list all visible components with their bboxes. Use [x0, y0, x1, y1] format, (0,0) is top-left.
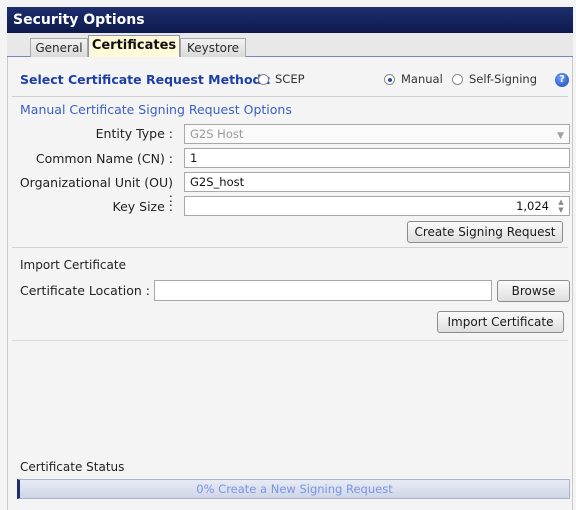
request-method-label: Select Certificate Request Method :	[20, 72, 271, 87]
radio-manual[interactable]: Manual	[384, 72, 443, 86]
divider	[12, 247, 568, 248]
radio-scep-label: SCEP	[275, 72, 305, 86]
entity-type-value: G2S Host	[190, 127, 244, 141]
progress-text: 0% Create a New Signing Request	[196, 482, 393, 496]
create-signing-request-button[interactable]: Create Signing Request	[407, 221, 563, 243]
tab-bar: General Certificates Keystore	[7, 33, 573, 58]
certificate-status-title: Certificate Status	[20, 460, 125, 474]
radio-button[interactable]	[452, 73, 463, 85]
divider	[12, 96, 568, 97]
radio-self-signing-label: Self-Signing	[469, 72, 538, 86]
status-progress-bar: 0% Create a New Signing Request	[17, 479, 570, 499]
divider	[12, 340, 568, 341]
window-title: Security Options	[7, 7, 573, 33]
common-name-input[interactable]: 1	[184, 148, 570, 168]
manual-csr-section-title: Manual Certificate Signing Request Optio…	[20, 102, 292, 117]
radio-button[interactable]	[258, 73, 269, 85]
tab-general[interactable]: General	[30, 38, 88, 58]
radio-button-selected[interactable]	[384, 73, 395, 85]
browse-button[interactable]: Browse	[497, 280, 570, 302]
common-name-label: Common Name (CN) :	[35, 151, 173, 166]
tab-certificates[interactable]: Certificates	[88, 35, 180, 58]
certificate-location-input[interactable]	[154, 280, 492, 301]
help-icon[interactable]: ?	[555, 73, 569, 87]
chevron-down-icon[interactable]: ▼	[557, 127, 564, 145]
radio-scep[interactable]: SCEP	[258, 72, 305, 86]
entity-type-select[interactable]: G2S Host ▼	[184, 124, 570, 144]
request-method-row: Select Certificate Request Method : SCEP…	[0, 66, 576, 88]
tab-keystore[interactable]: Keystore	[180, 38, 246, 58]
import-section-title: Import Certificate	[20, 258, 126, 272]
radio-manual-label: Manual	[401, 72, 443, 86]
certificate-location-label: Certificate Location :	[20, 283, 150, 298]
key-size-value: 1,024	[516, 199, 549, 213]
import-certificate-button[interactable]: Import Certificate	[437, 311, 564, 333]
key-size-label: Key Size :	[112, 199, 173, 214]
org-unit-input[interactable]: G2S_host	[184, 172, 570, 192]
entity-type-label: Entity Type :	[95, 126, 173, 141]
key-size-stepper[interactable]: 1,024 ▲ ▼	[184, 196, 570, 216]
radio-self-signing[interactable]: Self-Signing	[452, 72, 537, 86]
spinner-arrows-icon[interactable]: ▲ ▼	[555, 198, 567, 214]
